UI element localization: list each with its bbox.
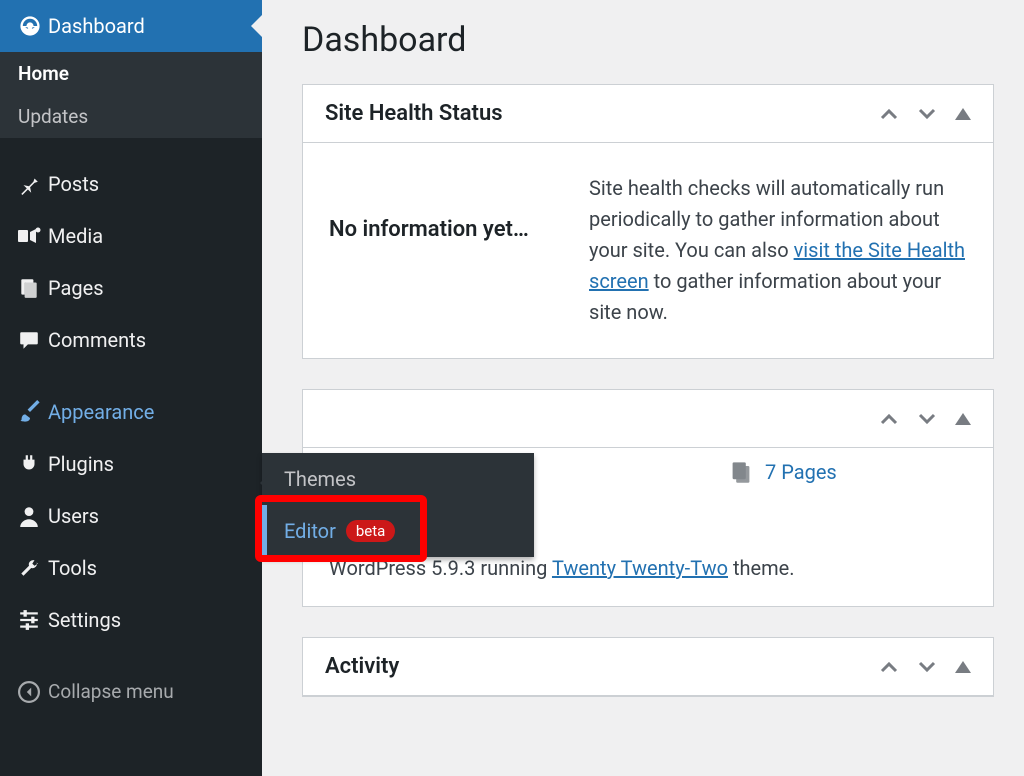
- triangle-up-icon[interactable]: [955, 108, 971, 120]
- panel-activity: Activity: [302, 637, 994, 697]
- sidebar-label-users: Users: [48, 504, 99, 528]
- flyout-editor-label: Editor: [284, 519, 336, 543]
- glance-footer-before: WordPress 5.9.3 running: [329, 556, 552, 580]
- sidebar-collapse[interactable]: Collapse menu: [0, 666, 262, 717]
- media-icon: [18, 225, 48, 247]
- theme-link[interactable]: Twenty Twenty-Two: [552, 556, 728, 580]
- sidebar-item-pages[interactable]: Pages: [0, 262, 262, 314]
- glance-pages-link[interactable]: 7 Pages: [729, 460, 837, 484]
- sidebar-label-posts: Posts: [48, 172, 99, 196]
- flyout-item-editor[interactable]: Editor beta: [262, 505, 534, 557]
- sidebar-item-comments[interactable]: Comments: [0, 314, 262, 366]
- plug-icon: [18, 453, 48, 475]
- glance-footer: WordPress 5.9.3 running Twenty Twenty-Tw…: [303, 550, 993, 606]
- pages-icon: [18, 277, 48, 299]
- sidebar-subitem-home[interactable]: Home: [0, 52, 262, 95]
- panel-header-activity[interactable]: Activity: [303, 638, 993, 696]
- site-health-body: No information yet… Site health checks w…: [303, 143, 993, 358]
- sidebar-item-posts[interactable]: Posts: [0, 158, 262, 210]
- sidebar-label-collapse: Collapse menu: [48, 680, 174, 703]
- chevron-up-icon[interactable]: [879, 660, 899, 674]
- sliders-icon: [18, 609, 48, 631]
- beta-badge: beta: [346, 520, 395, 542]
- pages-icon: [729, 460, 753, 484]
- glance-footer-after: theme.: [728, 556, 795, 580]
- sidebar-label-pages: Pages: [48, 276, 104, 300]
- sidebar-item-plugins[interactable]: Plugins: [0, 438, 262, 490]
- comment-icon: [18, 329, 48, 351]
- dashboard-icon: [18, 14, 48, 38]
- chevron-down-icon[interactable]: [917, 412, 937, 426]
- sidebar-label-settings: Settings: [48, 608, 121, 632]
- chevron-up-icon[interactable]: [879, 412, 899, 426]
- page-title: Dashboard: [302, 20, 994, 60]
- wrench-icon: [18, 557, 48, 579]
- collapse-icon: [18, 681, 48, 703]
- panel-site-health: Site Health Status No information yet… S…: [302, 84, 994, 359]
- site-health-noinfo: No information yet…: [329, 173, 559, 247]
- panel-title-activity: Activity: [325, 654, 399, 679]
- sidebar-subitem-updates[interactable]: Updates: [0, 95, 262, 138]
- chevron-up-icon[interactable]: [879, 107, 899, 121]
- chevron-down-icon[interactable]: [917, 660, 937, 674]
- panel-header-glance[interactable]: [303, 390, 993, 448]
- sidebar-label-comments: Comments: [48, 328, 146, 352]
- panel-title-site-health: Site Health Status: [325, 101, 503, 126]
- site-health-text: Site health checks will automatically ru…: [589, 173, 967, 328]
- chevron-down-icon[interactable]: [917, 107, 937, 121]
- triangle-up-icon[interactable]: [955, 661, 971, 673]
- sidebar-item-appearance[interactable]: Appearance: [0, 386, 262, 438]
- sidebar-item-media[interactable]: Media: [0, 210, 262, 262]
- panel-controls: [879, 107, 971, 121]
- brush-icon: [18, 400, 48, 424]
- pin-icon: [18, 173, 48, 195]
- user-icon: [18, 505, 48, 527]
- main-content: Dashboard Site Health Status No informat…: [262, 0, 1024, 776]
- appearance-flyout: Themes Editor beta: [262, 453, 534, 557]
- sidebar-item-settings[interactable]: Settings: [0, 594, 262, 646]
- admin-sidebar: Dashboard Home Updates Posts Media Pages: [0, 0, 262, 776]
- sidebar-item-users[interactable]: Users: [0, 490, 262, 542]
- sidebar-label-tools: Tools: [48, 556, 97, 580]
- sidebar-label-plugins: Plugins: [48, 452, 114, 476]
- sidebar-item-dashboard[interactable]: Dashboard: [0, 0, 262, 52]
- sidebar-label-appearance: Appearance: [48, 400, 154, 424]
- glance-pages-label: 7 Pages: [765, 460, 837, 484]
- sidebar-submenu-dashboard: Home Updates: [0, 52, 262, 138]
- sidebar-item-tools[interactable]: Tools: [0, 542, 262, 594]
- panel-header-site-health[interactable]: Site Health Status: [303, 85, 993, 143]
- sidebar-label-dashboard: Dashboard: [48, 14, 145, 38]
- sidebar-label-media: Media: [48, 224, 103, 248]
- flyout-item-themes[interactable]: Themes: [262, 453, 534, 505]
- triangle-up-icon[interactable]: [955, 413, 971, 425]
